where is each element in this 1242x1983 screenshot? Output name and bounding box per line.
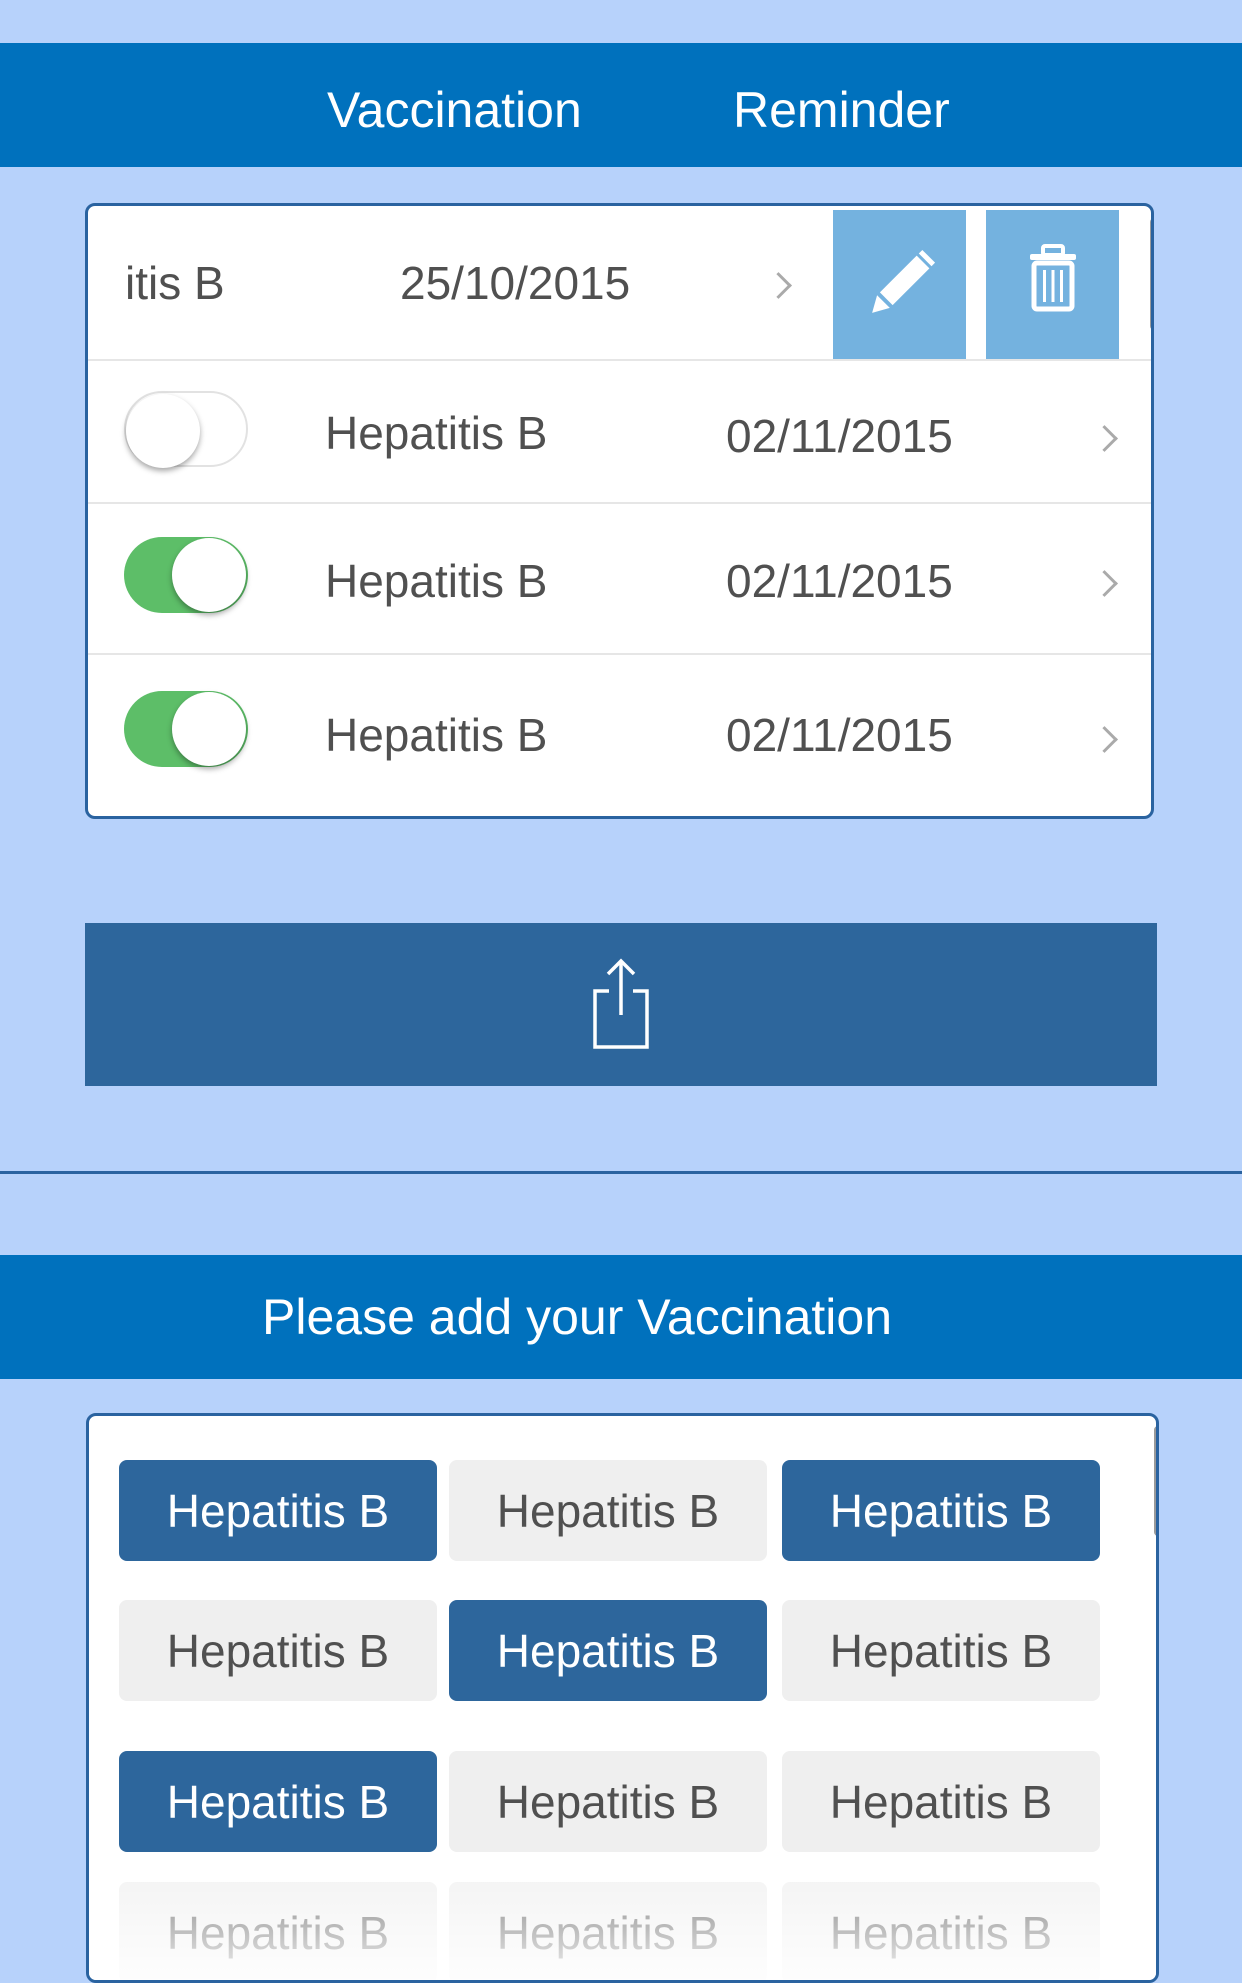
reminder-toggle-on[interactable] — [124, 537, 248, 613]
reminder-name: itis B — [125, 257, 225, 309]
chevron-right-icon — [1091, 726, 1118, 753]
delete-button[interactable] — [986, 210, 1119, 360]
pencil-icon — [872, 249, 936, 313]
vaccination-chip[interactable]: Hepatitis B — [119, 1600, 437, 1701]
reminder-list: itis B 25/10/2015 Hepatitis B 02/11/2015… — [85, 203, 1154, 819]
reminder-row[interactable]: Hepatitis B 02/11/2015 — [88, 655, 1151, 816]
reminder-name: Hepatitis B — [325, 555, 548, 607]
edit-button[interactable] — [833, 210, 966, 360]
reminder-name: Hepatitis B — [325, 407, 548, 459]
vaccination-chip-selected[interactable]: Hepatitis B — [449, 1600, 767, 1701]
reminder-date: 25/10/2015 — [400, 257, 631, 309]
reminder-row[interactable]: Hepatitis B 02/11/2015 — [88, 504, 1151, 653]
chevron-right-icon — [1091, 570, 1118, 597]
top-header: Vaccination Reminder — [0, 43, 1242, 167]
chevron-right-icon — [1091, 425, 1118, 452]
vaccination-chip[interactable]: Hepatitis B — [782, 1751, 1100, 1852]
share-icon — [593, 958, 649, 1049]
add-vaccination-header: Please add your Vaccination — [0, 1255, 1242, 1379]
fade-overlay — [89, 1856, 1156, 1980]
reminder-row-swiped[interactable]: itis B 25/10/2015 — [88, 206, 1151, 360]
chevron-right-icon — [765, 272, 792, 299]
tab-reminder[interactable]: Reminder — [733, 85, 950, 135]
vaccination-chip-grid: Hepatitis B Hepatitis B Hepatitis B Hepatit… — [86, 1413, 1159, 1983]
vaccination-chip[interactable]: Hepatitis B — [449, 1460, 767, 1561]
reminder-date: 02/11/2015 — [726, 555, 953, 607]
section-divider — [0, 1171, 1242, 1174]
tab-vaccination[interactable]: Vaccination — [327, 85, 582, 135]
reminder-date: 02/11/2015 — [726, 709, 953, 761]
reminder-date: 02/11/2015 — [726, 410, 953, 462]
vaccination-chip-selected[interactable]: Hepatitis B — [119, 1751, 437, 1852]
reminder-name: Hepatitis B — [325, 709, 548, 761]
share-button[interactable] — [85, 923, 1157, 1086]
scrollbar[interactable] — [1154, 1426, 1156, 1536]
trash-icon — [1030, 244, 1076, 312]
scrollbar[interactable] — [1150, 218, 1151, 330]
vaccination-chip-selected[interactable]: Hepatitis B — [782, 1460, 1100, 1561]
vaccination-chip[interactable]: Hepatitis B — [449, 1751, 767, 1852]
vaccination-chip-selected[interactable]: Hepatitis B — [119, 1460, 437, 1561]
reminder-row[interactable]: Hepatitis B 02/11/2015 — [88, 361, 1151, 502]
vaccination-chip[interactable]: Hepatitis B — [782, 1600, 1100, 1701]
reminder-toggle-off[interactable] — [124, 391, 248, 468]
reminder-toggle-on[interactable] — [124, 691, 248, 767]
add-vaccination-title: Please add your Vaccination — [262, 1289, 893, 1345]
